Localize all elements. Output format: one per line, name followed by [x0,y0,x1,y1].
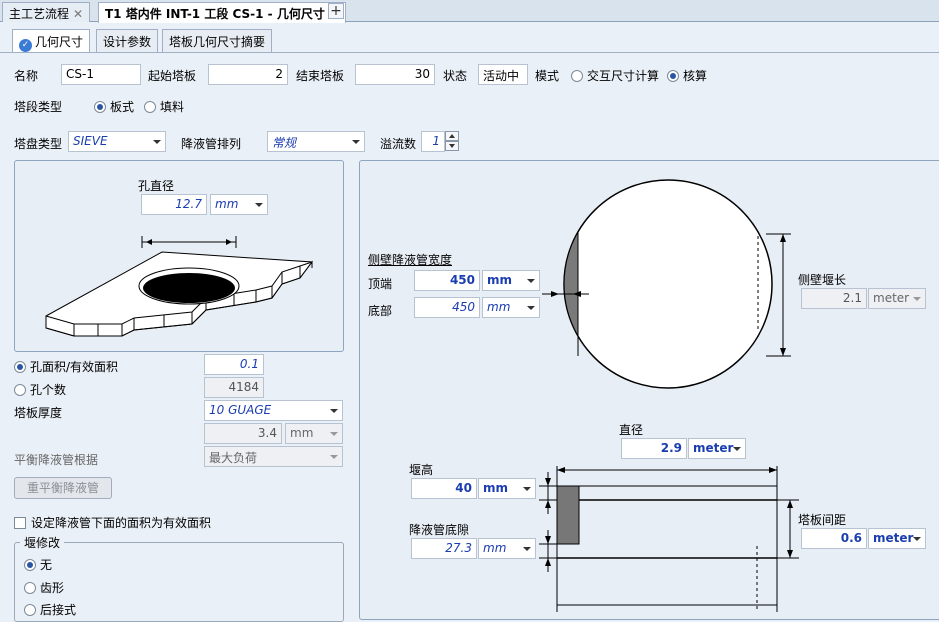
status-field: 活动中 [478,64,528,85]
passes-field[interactable]: 1 [421,131,445,152]
chevron-down-icon [527,306,535,310]
chevron-down-icon [913,297,921,301]
chevron-down-icon [352,140,360,144]
mode-label: 模式 [535,69,560,83]
status-label: 状态 [443,69,468,83]
bottom-width-unit-dropdown[interactable]: mm [482,297,540,318]
chevron-down-icon [913,537,921,541]
side-downcomer-width-label: 侧壁降液管宽度 [368,253,453,267]
end-tray-field[interactable]: 30 [355,64,435,85]
start-tray-label: 起始塔板 [148,69,197,83]
tray-type-label: 塔盘类型 [14,137,63,151]
close-icon[interactable]: ✕ [73,7,83,21]
set-active-area-checkbox[interactable]: 设定降液管下面的面积为有效面积 [14,514,211,531]
add-tab-icon[interactable]: + [328,3,344,19]
weir-none-radio[interactable]: 无 [24,556,52,573]
end-tray-label: 结束塔板 [296,69,345,83]
bottom-width-field[interactable]: 450 [414,297,480,318]
start-tray-field[interactable]: 2 [208,64,288,85]
top-width-field[interactable]: 450 [414,270,480,291]
document-tab-bar: 主工艺流程✕ T1 塔内件 INT-1 工段 CS-1 - 几何尺寸✕ + [0,0,939,23]
weir-modification-title: 堰修改 [20,534,65,551]
section-tray-radio[interactable]: 板式 [94,98,134,115]
chevron-down-icon [330,455,338,459]
diameter-label: 直径 [619,423,644,437]
doc-tab-tray-geometry[interactable]: T1 塔内件 INT-1 工段 CS-1 - 几何尺寸✕ [98,2,346,23]
tray-thickness-label: 塔板厚度 [14,406,63,420]
side-weir-length-label: 侧壁堰长 [798,273,847,287]
hole-area-radio[interactable]: 孔面积/有效面积 [14,358,118,375]
side-weir-length-unit-dropdown: meter [868,288,926,309]
downcomer-clearance-label: 降液管底隙 [409,523,470,537]
diameter-unit-dropdown[interactable]: meter [688,438,746,459]
balance-downcomer-label: 平衡降液管根据 [14,453,99,467]
weir-serrated-radio[interactable]: 齿形 [24,579,64,596]
downcomer-clearance-unit-dropdown[interactable]: mm [478,538,536,559]
tray-spacing-label: 塔板间距 [798,513,847,527]
spin-down-icon[interactable] [445,141,459,151]
tab-geometry[interactable]: ✓ 几何尺寸 [12,29,91,53]
chevron-down-icon [733,447,741,451]
tray-thickness-dropdown[interactable]: 10 GUAGE [204,400,343,421]
downcomer-clearance-field[interactable]: 27.3 [411,538,477,559]
mode-rating-radio[interactable]: 核算 [667,67,707,84]
chevron-down-icon [330,409,338,413]
tray-spacing-unit-dropdown[interactable]: meter [868,528,926,549]
downcomer-arrangement-label: 降液管排列 [181,137,242,151]
tab-tray-geometry-summary[interactable]: 塔板几何尺寸摘要 [162,29,273,52]
mode-interactive-radio[interactable]: 交互尺寸计算 [571,67,659,84]
check-icon: ✓ [19,39,32,52]
chevron-down-icon [527,279,535,283]
passes-stepper[interactable] [445,131,459,152]
weir-height-label: 堰高 [409,463,434,477]
passes-label: 溢流数 [380,137,417,151]
balance-downcomer-dropdown: 最大负荷 [204,446,343,467]
tab-design-params[interactable]: 设计参数 [96,29,159,52]
tray-spacing-field[interactable]: 0.6 [801,528,867,549]
name-field[interactable]: CS-1 [61,64,141,85]
spin-up-icon[interactable] [445,131,459,141]
chevron-down-icon [330,432,338,436]
tray-thickness-unit-dropdown: mm [285,423,343,444]
name-label: 名称 [14,69,39,83]
chevron-down-icon [153,140,161,144]
weir-height-field[interactable]: 40 [411,478,477,499]
downcomer-arrangement-dropdown[interactable]: 常规 [267,131,365,152]
chevron-down-icon [523,547,531,551]
hole-count-radio[interactable]: 孔个数 [14,381,66,398]
bottom-label: 底部 [368,304,393,318]
tray-type-dropdown[interactable]: SIEVE [68,131,166,152]
doc-tab-main-flowsheet[interactable]: 主工艺流程 ✕ [2,2,91,22]
rebalance-downcomer-button[interactable]: 重平衡降液管 [14,477,112,499]
section-type-label: 塔段类型 [14,100,63,114]
top-width-unit-dropdown[interactable]: mm [482,270,540,291]
weir-height-unit-dropdown[interactable]: mm [478,478,536,499]
top-label: 顶端 [368,277,393,291]
tray-thickness-value-field: 3.4 [204,423,282,444]
weir-swept-back-radio[interactable]: 后接式 [24,601,76,618]
perforated-plate-illustration [45,236,313,337]
chevron-down-icon [523,487,531,491]
hole-area-field[interactable]: 0.1 [204,354,264,375]
diameter-field[interactable]: 2.9 [621,438,687,459]
hole-count-field: 4184 [204,377,264,398]
side-weir-length-field: 2.1 [801,288,867,309]
section-packing-radio[interactable]: 填料 [144,98,184,115]
